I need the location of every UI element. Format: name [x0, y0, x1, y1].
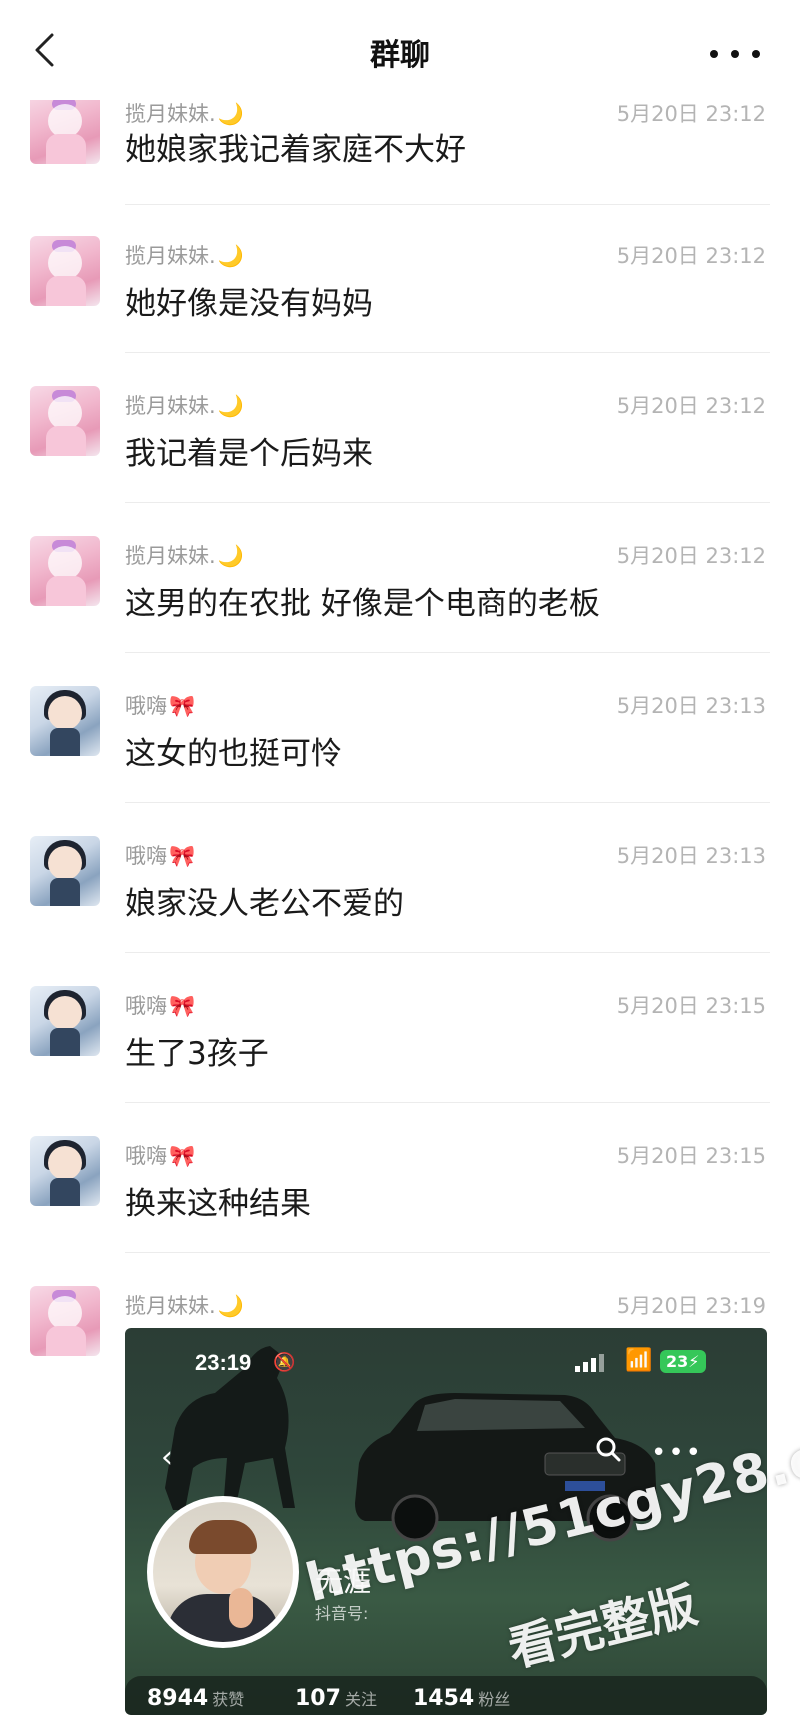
message-text: 这女的也挺可怜 [125, 736, 342, 772]
status-time: 23:19 [195, 1350, 252, 1375]
moon-icon: 🌙 [217, 1294, 244, 1318]
message-text: 我记着是个后妈来 [125, 436, 373, 472]
signal-icon [575, 1354, 605, 1372]
divider [125, 952, 770, 953]
avatar[interactable] [30, 386, 100, 456]
moon-icon: 🌙 [217, 544, 244, 568]
divider [125, 1252, 770, 1253]
message-text: 娘家没人老公不爱的 [125, 886, 404, 922]
message-item[interactable]: 哦嗨🎀 5月20日 23:15 换来这种结果 [0, 1136, 800, 1286]
more-dots-icon [710, 50, 718, 58]
bow-icon: 🎀 [169, 1144, 196, 1168]
top-bar: 群聊 [0, 0, 800, 100]
avatar[interactable] [30, 686, 100, 756]
message-time: 5月20日 23:12 [616, 244, 766, 268]
divider [125, 352, 770, 353]
message-nickname: 揽月妹妹.🌙 [125, 394, 244, 418]
divider [125, 204, 770, 205]
more-button[interactable] [710, 34, 760, 74]
message-item[interactable]: 揽月妹妹.🌙 5月20日 23:12 她好像是没有妈妈 [0, 236, 800, 386]
stat-followers: 1454 粉丝 [413, 1686, 511, 1711]
message-time: 5月20日 23:13 [616, 694, 766, 718]
message-text: 她好像是没有妈妈 [125, 286, 373, 322]
divider [125, 1102, 770, 1103]
message-item[interactable]: 揽月妹妹.🌙 5月20日 23:12 她娘家我记着家庭不大好 [0, 94, 800, 244]
message-time: 5月20日 23:12 [616, 394, 766, 418]
message-time: 5月20日 23:13 [616, 844, 766, 868]
mute-bell-icon: 🔕 [273, 1352, 296, 1373]
message-time: 5月20日 23:12 [616, 102, 766, 126]
message-time: 5月20日 23:15 [616, 1144, 766, 1168]
avatar[interactable] [30, 536, 100, 606]
stat-likes: 8944 获赞 [147, 1686, 245, 1711]
message-item[interactable]: 哦嗨🎀 5月20日 23:15 生了3孩子 [0, 986, 800, 1136]
page-title: 群聊 [370, 38, 430, 73]
message-time: 5月20日 23:12 [616, 544, 766, 568]
avatar[interactable] [30, 1286, 100, 1356]
moon-icon: 🌙 [217, 102, 244, 126]
stat-following: 107 关注 [295, 1686, 377, 1711]
message-time: 5月20日 23:15 [616, 994, 766, 1018]
wifi-icon: 📶 [625, 1348, 653, 1373]
divider [125, 802, 770, 803]
message-item[interactable]: 揽月妹妹.🌙 5月20日 23:12 这男的在农批 好像是个电商的老板 [0, 536, 800, 686]
avatar[interactable] [30, 236, 100, 306]
avatar[interactable] [30, 836, 100, 906]
message-nickname: 哦嗨🎀 [125, 1144, 196, 1168]
message-text: 换来这种结果 [125, 1186, 311, 1222]
message-nickname: 哦嗨🎀 [125, 844, 196, 868]
message-item[interactable]: 哦嗨🎀 5月20日 23:13 这女的也挺可怜 [0, 686, 800, 836]
profile-avatar [153, 1502, 293, 1642]
moon-icon: 🌙 [217, 394, 244, 418]
message-time: 5月20日 23:19 [616, 1294, 766, 1318]
message-text: 这男的在农批 好像是个电商的老板 [125, 586, 600, 622]
message-nickname: 揽月妹妹.🌙 [125, 1294, 244, 1318]
battery-icon: 23⚡ [660, 1350, 706, 1373]
moon-icon: 🌙 [217, 244, 244, 268]
message-text: 她娘家我记着家庭不大好 [125, 132, 466, 168]
bow-icon: 🎀 [169, 844, 196, 868]
message-item[interactable]: 揽月妹妹.🌙 5月20日 23:12 我记着是个后妈来 [0, 386, 800, 536]
message-nickname: 哦嗨🎀 [125, 994, 196, 1018]
message-nickname: 揽月妹妹.🌙 [125, 544, 244, 568]
bow-icon: 🎀 [169, 694, 196, 718]
search-icon [596, 1437, 621, 1462]
avatar[interactable] [30, 94, 100, 164]
avatar[interactable] [30, 986, 100, 1056]
bow-icon: 🎀 [169, 994, 196, 1018]
divider [125, 652, 770, 653]
message-nickname: 哦嗨🎀 [125, 694, 196, 718]
chevron-left-icon: ‹ [161, 1440, 173, 1475]
message-text: 生了3孩子 [125, 1036, 269, 1072]
message-nickname: 揽月妹妹.🌙 [125, 244, 244, 268]
avatar[interactable] [30, 1136, 100, 1206]
divider [125, 502, 770, 503]
message-item[interactable]: 哦嗨🎀 5月20日 23:13 娘家没人老公不爱的 [0, 836, 800, 986]
chat-list[interactable]: 揽月妹妹.🌙 5月20日 23:12 她娘家我记着家庭不大好 揽月妹妹.🌙 5月… [0, 0, 800, 1715]
